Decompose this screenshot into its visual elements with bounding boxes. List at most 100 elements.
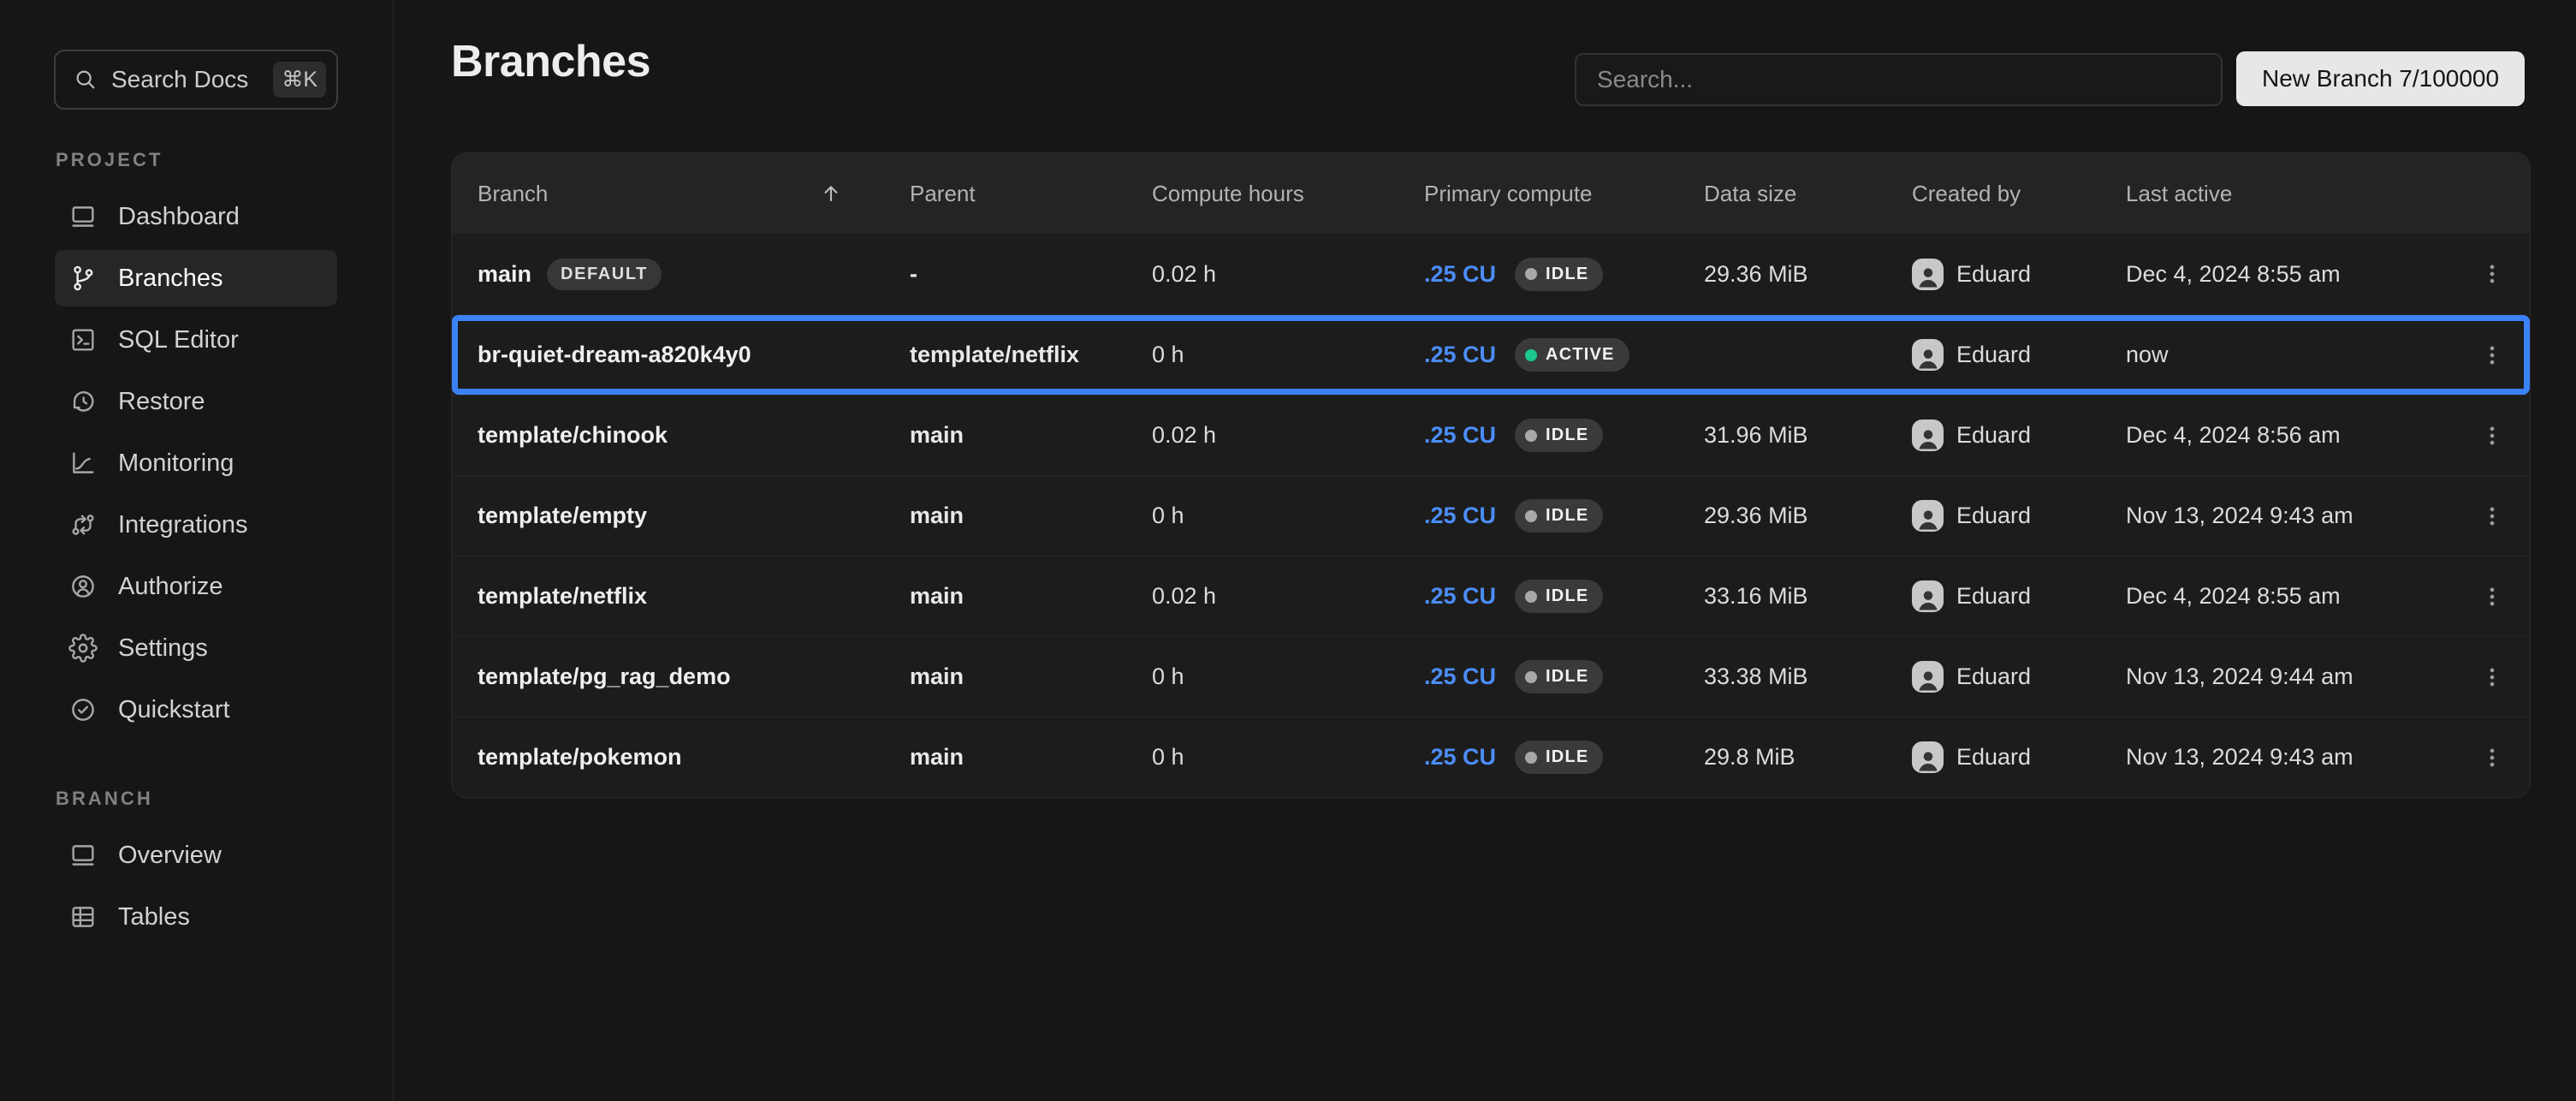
primary-compute-cell: .25 CUIDLE	[1424, 580, 1704, 613]
sidebar-item-label: Branches	[118, 265, 223, 293]
sidebar-item-settings[interactable]: Settings	[55, 620, 337, 676]
compute-hours-cell: 0 h	[1152, 342, 1424, 368]
branch-cell: mainDEFAULT	[478, 259, 910, 290]
created-by-cell: Eduard	[1912, 580, 2126, 612]
tables-icon	[68, 902, 98, 931]
parent-cell: -	[910, 261, 1152, 288]
kebab-icon	[2479, 745, 2505, 771]
data-size-cell: 29.36 MiB	[1704, 503, 1912, 529]
compute-units: .25 CU	[1424, 664, 1496, 690]
parent-cell: main	[910, 744, 1152, 771]
page-title: Branches	[451, 36, 650, 87]
branches-table: Branch Parent Compute hours Primary comp…	[451, 152, 2531, 798]
status-label: IDLE	[1546, 506, 1588, 526]
user-avatar	[1912, 420, 1944, 451]
last-active-cell: Dec 4, 2024 8:56 am	[2126, 422, 2453, 449]
created-by-name: Eduard	[1956, 503, 2031, 529]
column-header-last-active: Last active	[2126, 181, 2453, 207]
table-row-template-chinook[interactable]: template/chinookmain0.02 h.25 CUIDLE31.9…	[452, 395, 2530, 475]
status-label: IDLE	[1546, 426, 1588, 445]
parent-cell: template/netflix	[910, 342, 1152, 368]
row-menu-button[interactable]	[2472, 415, 2513, 456]
sidebar-item-label: Settings	[118, 634, 208, 663]
branch-cell: br-quiet-dream-a820k4y0	[478, 342, 910, 368]
table-row-template-pg-rag-demo[interactable]: template/pg_rag_demomain0 h.25 CUIDLE33.…	[452, 636, 2530, 717]
column-header-parent: Parent	[910, 181, 1152, 207]
search-icon	[73, 67, 98, 92]
row-actions-cell	[2453, 253, 2513, 295]
primary-compute-cell: .25 CUIDLE	[1424, 741, 1704, 774]
sidebar-item-monitoring[interactable]: Monitoring	[55, 435, 337, 491]
sidebar-item-quickstart[interactable]: Quickstart	[55, 681, 337, 738]
sidebar-section-project: Dashboard Branches SQL Editor Restore Monito…	[55, 188, 337, 738]
column-header-branch[interactable]: Branch	[478, 181, 910, 207]
parent-name: main	[910, 503, 1152, 529]
sidebar-item-dashboard[interactable]: Dashboard	[55, 188, 337, 245]
user-avatar	[1912, 580, 1944, 612]
created-by-cell: Eduard	[1912, 661, 2126, 693]
status-dot	[1525, 349, 1537, 361]
sidebar-item-label: Monitoring	[118, 449, 234, 478]
row-menu-button[interactable]	[2472, 737, 2513, 778]
sidebar-item-overview[interactable]: Overview	[55, 827, 337, 884]
sidebar-item-authorize[interactable]: Authorize	[55, 558, 337, 615]
row-menu-button[interactable]	[2472, 576, 2513, 617]
sort-ascending-icon[interactable]	[819, 182, 843, 205]
user-avatar	[1912, 661, 1944, 693]
sidebar-item-label: Tables	[118, 903, 190, 931]
sidebar-item-tables[interactable]: Tables	[55, 889, 337, 945]
sidebar-item-label: SQL Editor	[118, 326, 239, 354]
new-branch-button[interactable]: New Branch 7/100000	[2236, 51, 2525, 106]
status-badge: IDLE	[1515, 419, 1603, 452]
column-header-compute-hours: Compute hours	[1152, 181, 1424, 207]
status-label: ACTIVE	[1546, 345, 1615, 365]
authorize-icon	[68, 572, 98, 601]
table-row-template-pokemon[interactable]: template/pokemonmain0 h.25 CUIDLE29.8 Mi…	[452, 717, 2530, 797]
row-menu-button[interactable]	[2472, 253, 2513, 295]
compute-hours-cell: 0 h	[1152, 744, 1424, 771]
status-dot	[1525, 752, 1537, 764]
data-size-cell: 29.36 MiB	[1704, 261, 1912, 288]
user-avatar-icon	[1915, 742, 1941, 773]
row-menu-button[interactable]	[2472, 335, 2513, 376]
table-row-main[interactable]: mainDEFAULT-0.02 h.25 CUIDLE29.36 MiBEdu…	[452, 234, 2530, 314]
row-menu-button[interactable]	[2472, 496, 2513, 537]
kebab-icon	[2479, 503, 2505, 529]
search-docs-label: Search Docs	[111, 66, 260, 93]
compute-hours-cell: 0.02 h	[1152, 261, 1424, 288]
user-avatar-icon	[1915, 259, 1941, 289]
sidebar-item-integrations[interactable]: Integrations	[55, 497, 337, 553]
created-by-cell: Eduard	[1912, 420, 2126, 451]
status-label: IDLE	[1546, 667, 1588, 687]
table-row-template-netflix[interactable]: template/netflixmain0.02 h.25 CUIDLE33.1…	[452, 556, 2530, 636]
restore-icon	[68, 387, 98, 416]
primary-compute-cell: .25 CU IDLE	[1424, 660, 1704, 693]
compute-hours-cell: 0 h	[1152, 664, 1424, 690]
search-docs-button[interactable]: Search Docs ⌘K	[54, 50, 338, 110]
sidebar-item-label: Restore	[118, 388, 205, 416]
primary-compute-cell: .25 CUACTIVE	[1424, 338, 1704, 372]
table-row-template-empty[interactable]: template/emptymain0 h.25 CUIDLE29.36 MiB…	[452, 475, 2530, 556]
search-docs-shortcut: ⌘K	[273, 62, 326, 98]
table-row-br-quiet-dream-a820k4y0[interactable]: br-quiet-dream-a820k4y0template/netflix0…	[452, 314, 2530, 395]
sidebar-item-label: Quickstart	[118, 696, 230, 724]
sidebar-item-branches[interactable]: Branches	[55, 250, 337, 306]
sidebar-section-branch: Overview Tables	[55, 827, 337, 945]
status-badge: IDLE	[1515, 258, 1603, 291]
last-active-cell: Nov 13, 2024 9:44 am	[2126, 664, 2453, 690]
created-by-cell: Eduard	[1912, 500, 2126, 532]
user-avatar-icon	[1915, 662, 1941, 693]
search-input[interactable]	[1575, 53, 2223, 106]
parent-name: main	[910, 583, 1152, 610]
last-active-cell: Nov 13, 2024 9:43 am	[2126, 503, 2453, 529]
sidebar-item-restore[interactable]: Restore	[55, 373, 337, 430]
parent-name: -	[910, 261, 1152, 288]
status-dot	[1525, 591, 1537, 603]
row-actions-cell	[2453, 496, 2513, 537]
column-label-branch: Branch	[478, 181, 548, 207]
user-avatar-icon	[1915, 420, 1941, 451]
kebab-icon	[2479, 584, 2505, 610]
user-avatar-icon	[1915, 581, 1941, 612]
row-menu-button[interactable]	[2472, 657, 2513, 698]
sidebar-item-sql-editor[interactable]: SQL Editor	[55, 312, 337, 368]
